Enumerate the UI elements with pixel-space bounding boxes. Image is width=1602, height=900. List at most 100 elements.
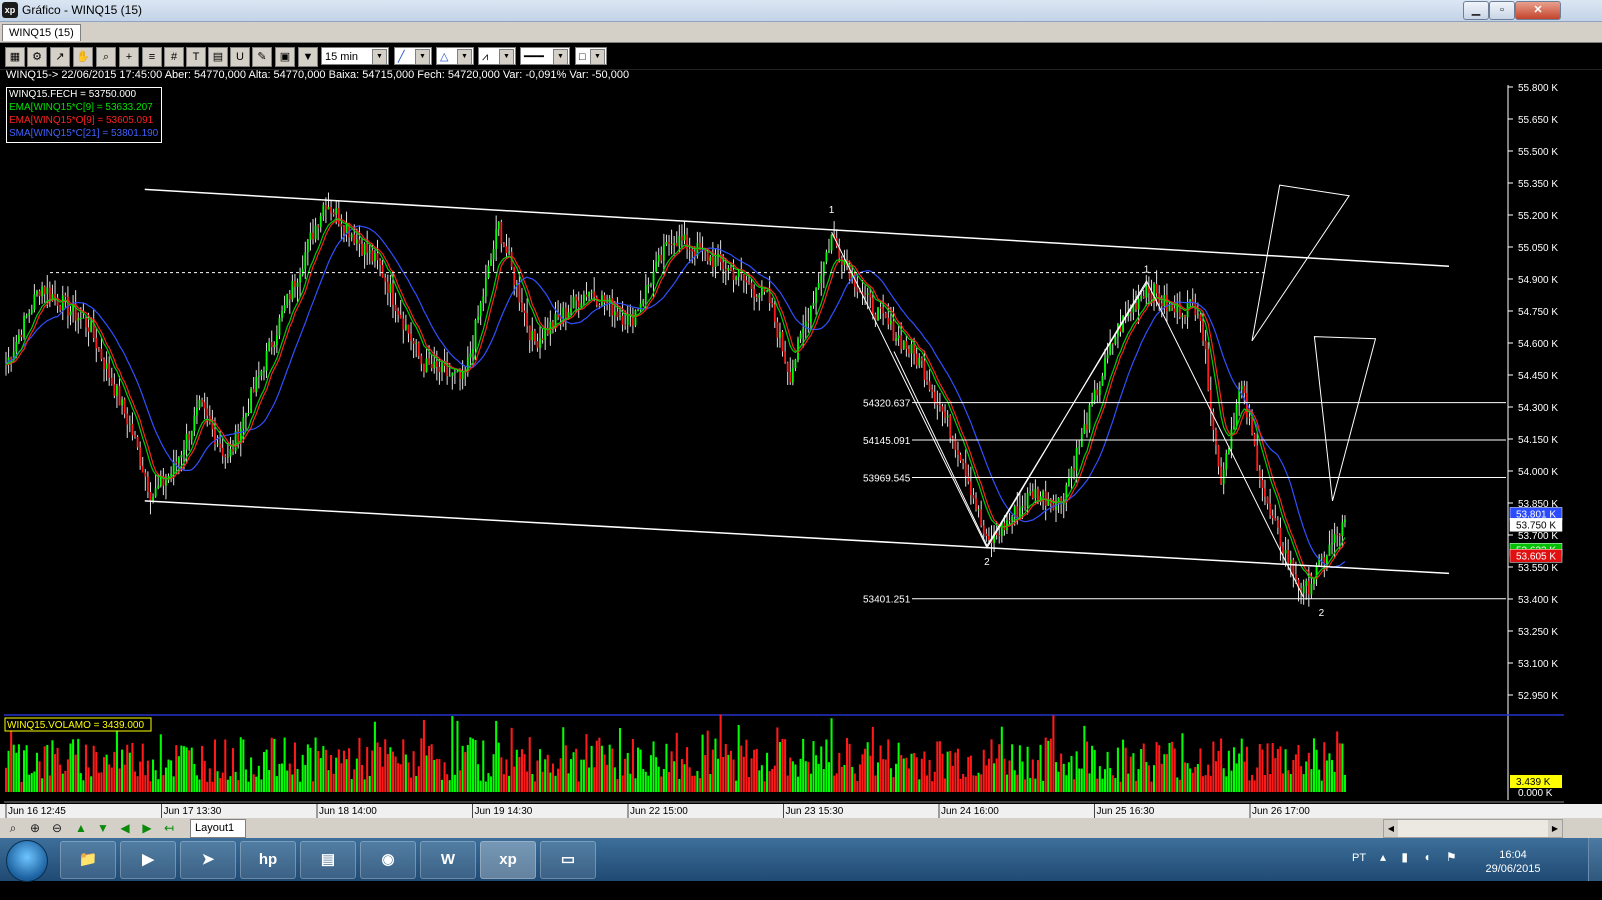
close-button[interactable]: ✕	[1515, 1, 1561, 20]
crosshair-icon[interactable]: +	[119, 47, 139, 67]
volume-bar	[946, 751, 949, 792]
volume-bar	[56, 747, 59, 792]
volume-bar	[913, 752, 916, 792]
candle-body	[908, 349, 910, 354]
hand-icon[interactable]: ✋	[73, 47, 93, 67]
volume-bar	[807, 761, 810, 792]
filter-icon[interactable]: ▼	[298, 47, 318, 67]
media-player-icon[interactable]: ▶	[120, 841, 176, 879]
color-select[interactable]: □ ▼	[575, 47, 607, 65]
candle-body	[724, 269, 727, 271]
language-indicator[interactable]: PT	[1352, 852, 1366, 864]
volume-bar	[933, 771, 936, 792]
candle-body	[825, 252, 828, 262]
volume-bar	[443, 762, 446, 792]
zoom-out-icon[interactable]: ⊖	[48, 820, 66, 836]
line-style-select[interactable]: ━━━ ▼	[520, 47, 570, 65]
arrow-up-icon[interactable]: ▲	[72, 820, 90, 836]
arrow-right-icon[interactable]: ▶	[138, 820, 156, 836]
indicator-tool-select[interactable]: ⩘ ▼	[478, 47, 516, 65]
clock[interactable]: 16:04 29/06/2015	[1478, 848, 1548, 876]
volume-bar	[802, 738, 805, 792]
image-viewer-icon[interactable]: ▭	[540, 841, 596, 879]
line-tool-select[interactable]: ╱ ▼	[394, 47, 432, 65]
volume-bar	[1091, 745, 1094, 792]
candle-body	[309, 232, 312, 240]
fibonacci-icon[interactable]: ≡	[142, 47, 162, 67]
candle-body	[394, 304, 397, 312]
xp-icon[interactable]: xp	[480, 841, 536, 879]
arrow-left-icon[interactable]: ◀	[116, 820, 134, 836]
scroll-left-icon[interactable]: ◀	[1384, 820, 1398, 837]
price-badge-label: 53.750 K	[1516, 520, 1556, 531]
volume-bar	[110, 767, 113, 792]
candle-body	[221, 447, 224, 456]
horizontal-scrollbar[interactable]: ◀ ▶	[1383, 819, 1563, 838]
magnet-icon[interactable]: U	[230, 47, 250, 67]
volume-bar	[159, 734, 162, 792]
settings-icon[interactable]: ⚙	[27, 47, 47, 67]
brush-icon[interactable]: ✎	[252, 47, 272, 67]
candle-body	[366, 243, 369, 253]
show-desktop-button[interactable]	[1588, 838, 1602, 881]
candle-body	[1075, 447, 1078, 471]
candle-body	[1292, 559, 1295, 575]
candle-body	[154, 488, 157, 497]
candle-body	[441, 363, 443, 373]
layout-tab[interactable]: Layout1	[190, 819, 246, 838]
candle-body	[957, 449, 959, 455]
zoom-icon[interactable]: ⌕	[96, 47, 116, 67]
word-icon[interactable]: W	[420, 841, 476, 879]
candle-body	[613, 311, 616, 316]
timeframe-select[interactable]: 15 min ▼	[321, 47, 389, 65]
price-tick-label: 54.150 K	[1518, 435, 1558, 446]
candle-body	[206, 408, 209, 416]
network-icon[interactable]: ➤	[180, 841, 236, 879]
clipboard-icon[interactable]: ▣	[275, 47, 295, 67]
price-tick-label: 55.650 K	[1518, 115, 1558, 126]
volume-bar	[1165, 754, 1168, 792]
maximize-button[interactable]: ▫	[1489, 1, 1515, 20]
tab-winq15[interactable]: WINQ15 (15)	[2, 24, 81, 41]
candle-body	[461, 371, 464, 379]
arrow-down-icon[interactable]: ▼	[94, 820, 112, 836]
legend-ema-close: EMA[WINQ15*C[9] = 53633.207	[9, 102, 153, 113]
volume-bar	[1127, 773, 1130, 792]
shape-tool-select[interactable]: △ ▼	[436, 47, 474, 65]
volume-bar	[35, 752, 38, 792]
draw-line-icon[interactable]: ↗	[50, 47, 70, 67]
start-button[interactable]	[6, 840, 48, 882]
chrome-icon[interactable]: ◉	[360, 841, 416, 879]
volume-bar	[123, 764, 126, 792]
scroll-right-icon[interactable]: ▶	[1548, 820, 1562, 837]
candle-body	[399, 314, 402, 319]
file-explorer-icon[interactable]: 📁	[60, 841, 116, 879]
volume-bar	[162, 775, 165, 792]
volume-bar	[771, 768, 774, 792]
text-icon[interactable]: T	[186, 47, 206, 67]
volume-bar	[688, 767, 691, 792]
zoom-fit-icon[interactable]: ⌕	[4, 820, 22, 836]
volume-bar	[404, 754, 407, 792]
volume-bar	[141, 743, 144, 792]
price-chart[interactable]: 55.800 K 55.650 K 55.500 K 55.350 K 55.200 K…	[0, 70, 1602, 818]
volume-bar	[1103, 769, 1107, 792]
arrow-back-icon[interactable]: ↤	[160, 820, 178, 836]
volume-bar	[108, 764, 111, 792]
candle-body	[294, 281, 296, 287]
zoom-in-icon[interactable]: ⊕	[26, 820, 44, 836]
chart-type-icon[interactable]: ▦	[5, 47, 25, 67]
archive-icon[interactable]: ▤	[300, 841, 356, 879]
tray-icons[interactable]: ▴ ▮ ◖ ⚑	[1380, 850, 1463, 864]
hp-icon[interactable]: hp	[240, 841, 296, 879]
minimize-button[interactable]: ▁	[1463, 1, 1489, 20]
candle-body	[975, 498, 977, 510]
calculator-icon[interactable]: ▤	[208, 47, 228, 67]
grid-icon[interactable]: #	[164, 47, 184, 67]
volume-bar	[402, 739, 405, 792]
volume-bar	[301, 754, 304, 792]
candle-body	[379, 260, 381, 265]
volume-bar	[304, 764, 307, 792]
candle-body	[459, 370, 461, 379]
volume-bar	[500, 757, 503, 792]
